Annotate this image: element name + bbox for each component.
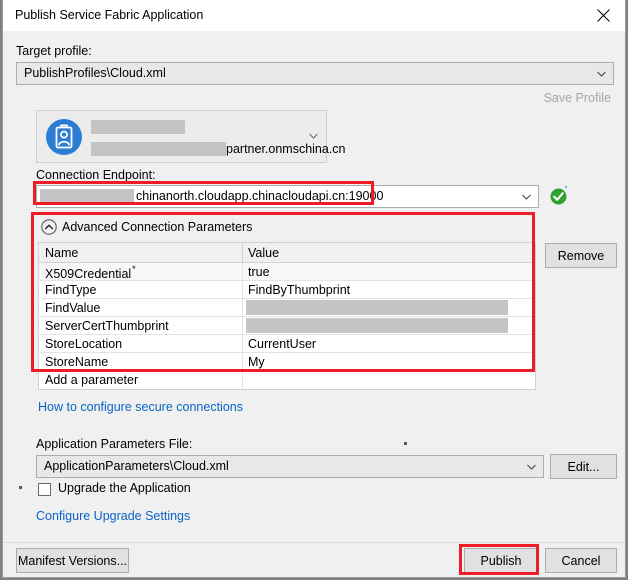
column-divider [242,281,243,298]
param-name: X509Credential* [45,264,136,282]
green-check-icon [550,188,567,205]
grid-header-row: Name Value [39,243,535,263]
artifact-pixel [19,486,22,489]
app-parameters-file-value: ApplicationParameters\Cloud.xml [44,459,229,473]
table-row[interactable]: ServerCertThumbprint [39,317,535,335]
advanced-parameters-expander[interactable]: Advanced Connection Parameters [41,216,291,240]
dialog-body: Target profile: PublishProfiles\Cloud.xm… [3,31,625,577]
upgrade-application-checkbox[interactable] [38,483,51,496]
param-value-redacted [246,300,508,315]
connection-endpoint-value: chinanorth.cloudapp.chinacloudapi.cn:190… [136,189,384,203]
close-icon [596,9,610,22]
param-name: StoreLocation [45,337,123,351]
chevron-down-icon [597,71,606,77]
table-row[interactable]: FindType FindByThumbprint [39,281,535,299]
app-parameters-file-combobox[interactable]: ApplicationParameters\Cloud.xml [36,455,544,478]
column-header-name: Name [45,246,79,260]
column-divider [242,317,243,334]
column-divider [242,335,243,352]
connection-endpoint-label: Connection Endpoint: [36,168,156,182]
param-name: FindType [45,283,97,297]
account-domain: partner.onmschina.cn [226,142,346,156]
param-value: My [248,355,265,369]
window-title: Publish Service Fabric Application [15,8,204,22]
save-profile-link: Save Profile [543,91,611,105]
edit-button[interactable]: Edit... [550,454,617,479]
table-row[interactable]: X509Credential* true [39,263,535,281]
param-name: StoreName [45,355,109,369]
param-value: CurrentUser [248,337,317,351]
footer-separator [3,542,625,543]
column-divider [242,353,243,370]
param-value: true [248,265,270,279]
publish-button[interactable]: Publish [464,548,538,573]
table-row[interactable]: StoreLocation CurrentUser [39,335,535,353]
target-profile-value: PublishProfiles\Cloud.xml [24,66,166,80]
configure-upgrade-settings-link[interactable]: Configure Upgrade Settings [36,509,190,523]
param-name: ServerCertThumbprint [45,319,169,333]
column-header-value: Value [248,246,280,260]
account-name-redacted [91,120,185,134]
table-row[interactable]: FindValue [39,299,535,317]
close-button[interactable] [581,0,625,31]
upgrade-application-label: Upgrade the Application [58,481,191,495]
publish-dialog-window: Publish Service Fabric Application Targe… [2,0,626,578]
column-divider [242,299,243,316]
param-name: FindValue [45,301,101,315]
column-divider [242,263,243,280]
secure-connections-link[interactable]: How to configure secure connections [38,400,243,414]
target-profile-label: Target profile: [16,44,92,58]
artifact-pixel [565,186,567,188]
account-email-redacted [91,142,226,156]
chevron-down-icon [522,194,531,200]
artifact-pixel [404,442,407,445]
user-badge-icon [45,118,83,156]
account-selector[interactable]: partner.onmschina.cn [36,110,346,163]
param-value-redacted [246,318,508,333]
column-divider [242,243,243,262]
add-parameter-label: Add a parameter [45,373,139,387]
chevron-up-circle-icon [41,219,57,235]
connection-endpoint-prefix-redacted [40,189,134,204]
table-row[interactable]: StoreName My [39,353,535,371]
connection-endpoint-combobox[interactable]: chinanorth.cloudapp.chinacloudapi.cn:190… [36,185,539,208]
required-asterisk: * [132,264,136,274]
column-divider [242,371,243,389]
advanced-parameters-grid: Name Value X509Credential* true FindType… [38,242,536,390]
manifest-versions-button[interactable]: Manifest Versions... [16,548,129,573]
target-profile-combobox[interactable]: PublishProfiles\Cloud.xml [16,62,614,85]
chevron-down-icon [309,133,318,139]
title-bar: Publish Service Fabric Application [3,0,625,31]
remove-button[interactable]: Remove [545,243,617,268]
param-value: FindByThumbprint [248,283,351,297]
chevron-down-icon [527,464,536,470]
add-parameter-row[interactable]: Add a parameter [39,371,535,389]
app-parameters-file-label: Application Parameters File: [36,437,193,451]
cancel-button[interactable]: Cancel [545,548,617,573]
advanced-parameters-label: Advanced Connection Parameters [62,220,253,234]
